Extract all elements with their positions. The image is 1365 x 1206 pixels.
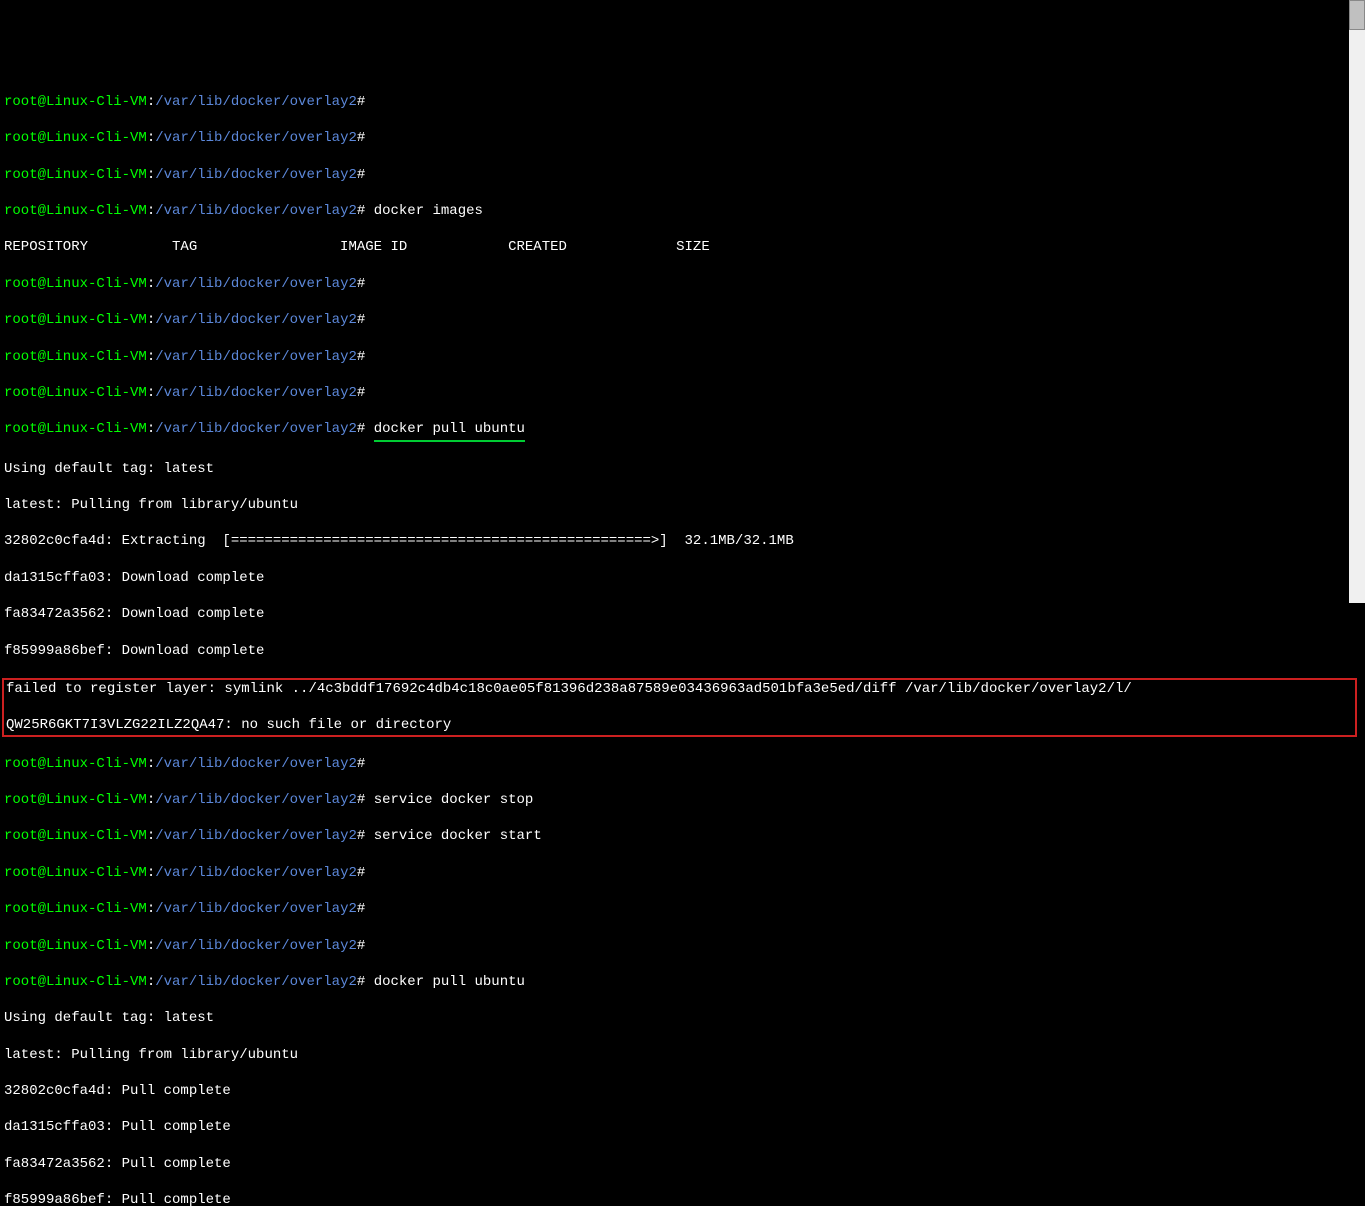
prompt-line: root@Linux-Cli-VM:/var/lib/docker/overla…: [4, 275, 1361, 293]
output-layer-pull: fa83472a3562: Pull complete: [4, 1155, 1361, 1173]
prompt-path: /var/lib/docker/overlay2: [155, 94, 357, 110]
output-default-tag: Using default tag: latest: [4, 1009, 1361, 1027]
prompt-line: root@Linux-Cli-VM:/var/lib/docker/overla…: [4, 864, 1361, 882]
output-layer-download: fa83472a3562: Download complete: [4, 605, 1361, 623]
prompt-line-cmd: root@Linux-Cli-VM:/var/lib/docker/overla…: [4, 973, 1361, 991]
prompt-user-host: root@Linux-Cli-VM: [4, 94, 147, 110]
output-layer-pull: da1315cffa03: Pull complete: [4, 1118, 1361, 1136]
prompt-line: root@Linux-Cli-VM:/var/lib/docker/overla…: [4, 129, 1361, 147]
output-layer-download: f85999a86bef: Download complete: [4, 642, 1361, 660]
prompt-line: root@Linux-Cli-VM:/var/lib/docker/overla…: [4, 311, 1361, 329]
prompt-line: root@Linux-Cli-VM:/var/lib/docker/overla…: [4, 755, 1361, 773]
command-docker-pull-highlighted: docker pull ubuntu: [374, 420, 525, 441]
prompt-line-cmd: root@Linux-Cli-VM:/var/lib/docker/overla…: [4, 202, 1361, 220]
output-pulling-from: latest: Pulling from library/ubuntu: [4, 1046, 1361, 1064]
command-service-stop: service docker stop: [374, 792, 534, 808]
scrollbar[interactable]: [1349, 0, 1365, 603]
output-default-tag: Using default tag: latest: [4, 460, 1361, 478]
prompt-line: root@Linux-Cli-VM:/var/lib/docker/overla…: [4, 166, 1361, 184]
command-service-start: service docker start: [374, 828, 542, 844]
command-docker-images: docker images: [374, 203, 483, 219]
error-line: failed to register layer: symlink ../4c3…: [6, 680, 1353, 698]
terminal-output[interactable]: root@Linux-Cli-VM:/var/lib/docker/overla…: [0, 73, 1365, 1206]
table-header: REPOSITORY TAG IMAGE ID CREATED SIZE: [4, 238, 1361, 256]
output-pulling-from: latest: Pulling from library/ubuntu: [4, 496, 1361, 514]
output-layer-pull: 32802c0cfa4d: Pull complete: [4, 1082, 1361, 1100]
prompt-line: root@Linux-Cli-VM:/var/lib/docker/overla…: [4, 937, 1361, 955]
scrollbar-thumb[interactable]: [1349, 0, 1365, 30]
prompt-line-cmd: root@Linux-Cli-VM:/var/lib/docker/overla…: [4, 827, 1361, 845]
prompt-line: root@Linux-Cli-VM:/var/lib/docker/overla…: [4, 348, 1361, 366]
prompt-line: root@Linux-Cli-VM:/var/lib/docker/overla…: [4, 384, 1361, 402]
command-docker-pull: docker pull ubuntu: [374, 974, 525, 990]
prompt-line-cmd: root@Linux-Cli-VM:/var/lib/docker/overla…: [4, 791, 1361, 809]
error-line: QW25R6GKT7I3VLZG22ILZ2QA47: no such file…: [6, 716, 1353, 734]
prompt-line: root@Linux-Cli-VM:/var/lib/docker/overla…: [4, 900, 1361, 918]
output-layer-pull: f85999a86bef: Pull complete: [4, 1191, 1361, 1206]
prompt-line: root@Linux-Cli-VM:/var/lib/docker/overla…: [4, 93, 1361, 111]
error-highlight-box: failed to register layer: symlink ../4c3…: [2, 678, 1357, 737]
prompt-line-cmd: root@Linux-Cli-VM:/var/lib/docker/overla…: [4, 420, 1361, 441]
output-layer-download: da1315cffa03: Download complete: [4, 569, 1361, 587]
output-layer-extracting: 32802c0cfa4d: Extracting [==============…: [4, 532, 1361, 550]
